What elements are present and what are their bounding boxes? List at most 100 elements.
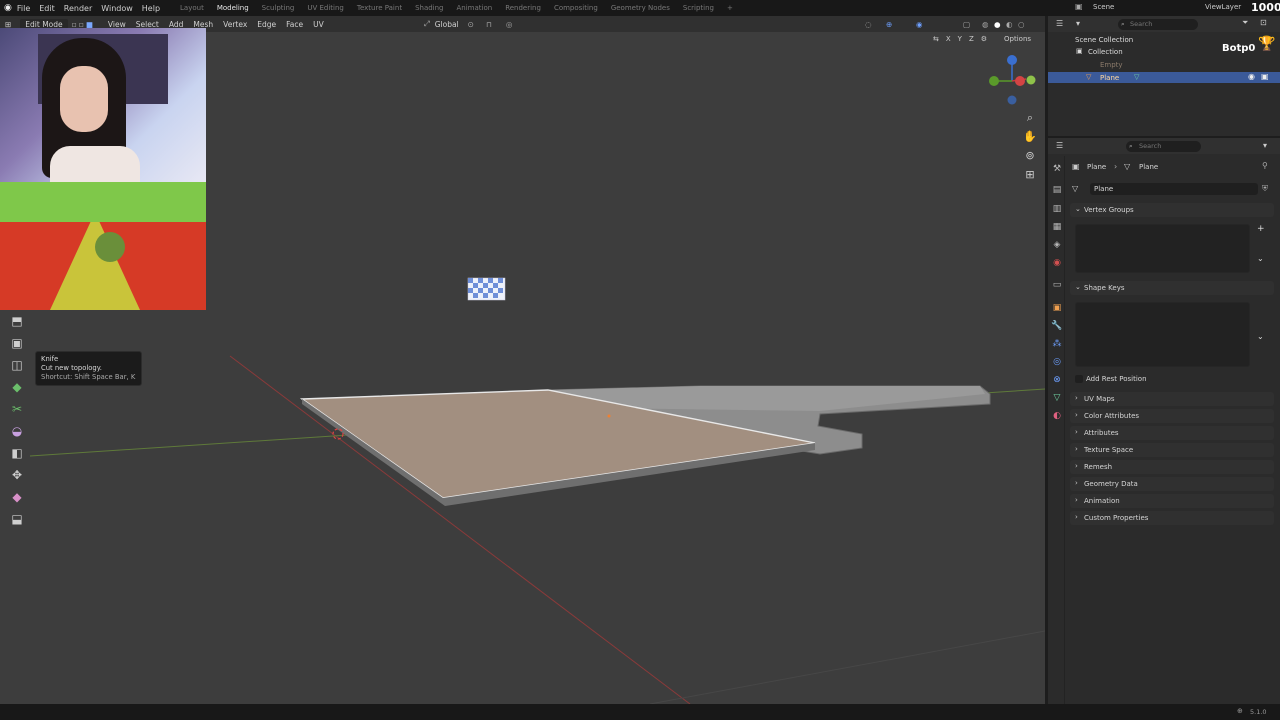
spin-tool-icon[interactable]: ◧: [6, 445, 28, 461]
collection-label[interactable]: Collection: [1088, 48, 1123, 56]
properties-editor-icon[interactable]: ☰: [1056, 141, 1063, 150]
world-tab-icon[interactable]: ◉: [1050, 258, 1064, 272]
collapsed-panel-custom-properties[interactable]: › Custom Properties: [1070, 511, 1274, 525]
add-rest-position-label[interactable]: Add Rest Position: [1086, 375, 1147, 383]
fake-user-shield-icon[interactable]: ⛨: [1262, 184, 1268, 194]
mirror-z-toggle[interactable]: Z: [969, 35, 974, 43]
overlay-toggle-icon[interactable]: ◉: [916, 20, 923, 29]
collapsed-panel-remesh[interactable]: › Remesh: [1070, 460, 1274, 474]
perspective-toggle-icon[interactable]: ⊞: [1022, 168, 1038, 184]
menu-render[interactable]: Render: [64, 4, 92, 13]
menu-window[interactable]: Window: [101, 4, 133, 13]
shading-rendered-icon[interactable]: ○: [1018, 20, 1025, 29]
collection-tab-icon[interactable]: ▭: [1050, 280, 1064, 294]
wrench-icon[interactable]: ⚙: [981, 35, 987, 43]
outliner-filter-funnel-icon[interactable]: ⏷: [1242, 18, 1248, 28]
view-object-types-icon[interactable]: ◌: [865, 20, 872, 29]
view-layer-tab-icon[interactable]: ▦: [1050, 222, 1064, 236]
mirror-y-toggle[interactable]: Y: [958, 35, 962, 43]
outliner-filter-icon[interactable]: ▾: [1076, 19, 1080, 28]
outliner-row-plane[interactable]: ▽ Plane ▽ ◉ ▣: [1048, 72, 1280, 83]
tab-rendering[interactable]: Rendering: [505, 4, 541, 12]
pan-hand-icon[interactable]: ✋: [1022, 130, 1038, 146]
knife-tool-icon[interactable]: ✂: [6, 401, 28, 417]
menu-edge[interactable]: Edge: [252, 20, 281, 29]
scene-name[interactable]: Scene: [1093, 3, 1114, 11]
shading-solid-icon[interactable]: ●: [994, 20, 1001, 29]
gizmo-toggle-icon[interactable]: ⊕: [886, 20, 892, 29]
collapsed-panel-geometry-data[interactable]: › Geometry Data: [1070, 477, 1274, 491]
shear-tool-icon[interactable]: ⬓: [6, 511, 28, 527]
orientation-dropdown[interactable]: Global: [430, 20, 464, 29]
pivot-icon[interactable]: ⊙: [468, 20, 474, 29]
shading-material-icon[interactable]: ◐: [1006, 20, 1013, 29]
tool-tab-icon[interactable]: ⚒: [1050, 164, 1064, 178]
outliner-item-plane[interactable]: Plane: [1100, 74, 1119, 82]
menu-face[interactable]: Face: [281, 20, 308, 29]
constraints-tab-icon[interactable]: ⊗: [1050, 375, 1064, 389]
inset-tool-icon[interactable]: ▣: [6, 335, 28, 351]
scene-tab-icon[interactable]: ◈: [1050, 240, 1064, 254]
menu-vertex[interactable]: Vertex: [218, 20, 252, 29]
smooth-tool-icon[interactable]: ✥: [6, 467, 28, 483]
menu-uv[interactable]: UV: [308, 20, 329, 29]
blender-logo-icon[interactable]: ◉: [4, 3, 12, 13]
shading-wireframe-icon[interactable]: ◍: [982, 20, 989, 29]
mirror-icon[interactable]: ⇆: [933, 35, 939, 43]
tab-texture-paint[interactable]: Texture Paint: [357, 4, 402, 12]
render-camera-icon[interactable]: ▣: [1261, 72, 1269, 81]
zoom-icon[interactable]: ⌕: [1022, 111, 1038, 127]
tab-geometry-nodes[interactable]: Geometry Nodes: [611, 4, 670, 12]
visibility-eye-icon[interactable]: ◉: [1248, 72, 1255, 81]
collapsed-panel-attributes[interactable]: › Attributes: [1070, 426, 1274, 440]
tab-shading[interactable]: Shading: [415, 4, 443, 12]
tab-compositing[interactable]: Compositing: [554, 4, 598, 12]
add-rest-position-checkbox[interactable]: [1075, 375, 1083, 383]
scene-icon[interactable]: ▣: [1075, 2, 1083, 11]
output-tab-icon[interactable]: ▥: [1050, 204, 1064, 218]
add-workspace-icon[interactable]: +: [727, 4, 733, 12]
xray-toggle-icon[interactable]: ▢: [963, 20, 970, 29]
properties-search[interactable]: ⌕ Search: [1126, 141, 1201, 152]
tab-layout[interactable]: Layout: [180, 4, 204, 12]
options-dropdown[interactable]: Options: [1004, 35, 1031, 43]
extrude-tool-icon[interactable]: ⬒: [6, 313, 28, 329]
menu-help[interactable]: Help: [142, 4, 160, 13]
shape-keys-list[interactable]: [1075, 302, 1250, 367]
edge-slide-tool-icon[interactable]: ◆: [6, 489, 28, 505]
vertex-group-menu-icon[interactable]: ⌄: [1257, 254, 1264, 263]
data-tab-icon[interactable]: ▽: [1050, 393, 1064, 407]
collapsed-panel-uv-maps[interactable]: › UV Maps: [1070, 392, 1274, 406]
pin-icon[interactable]: ⚲: [1262, 161, 1268, 170]
material-tab-icon[interactable]: ◐: [1050, 411, 1064, 425]
vertex-groups-list[interactable]: [1075, 224, 1250, 273]
poly-build-tool-icon[interactable]: ◒: [6, 423, 28, 439]
outliner-item-empty[interactable]: Empty: [1100, 61, 1123, 69]
scene-collection-label[interactable]: Scene Collection: [1075, 36, 1133, 44]
new-collection-icon[interactable]: ⊡: [1260, 18, 1267, 27]
bevel-tool-icon[interactable]: ◫: [6, 357, 28, 373]
camera-view-icon[interactable]: ⊚: [1022, 149, 1038, 165]
view-layer-name[interactable]: ViewLayer: [1205, 3, 1241, 11]
proportional-edit-icon[interactable]: ◎: [506, 20, 513, 29]
tab-sculpting[interactable]: Sculpting: [262, 4, 295, 12]
snap-icon[interactable]: ⊓: [486, 20, 492, 29]
menu-edit[interactable]: Edit: [39, 4, 55, 13]
shape-key-menu-icon[interactable]: ⌄: [1257, 332, 1264, 341]
outliner-search[interactable]: ⌕ Search: [1118, 19, 1198, 30]
outliner-editor-icon[interactable]: ☰: [1056, 19, 1063, 28]
loop-cut-tool-icon[interactable]: ◆: [6, 379, 28, 395]
tab-scripting[interactable]: Scripting: [683, 4, 714, 12]
vertex-groups-header[interactable]: ⌄ Vertex Groups: [1070, 203, 1274, 217]
physics-tab-icon[interactable]: ◎: [1050, 357, 1064, 371]
modifier-tab-icon[interactable]: 🔧: [1050, 321, 1064, 335]
particles-tab-icon[interactable]: ⁂: [1050, 339, 1064, 353]
shape-keys-header[interactable]: ⌄ Shape Keys: [1070, 281, 1274, 295]
object-tab-icon[interactable]: ▣: [1050, 303, 1064, 317]
collapsed-panel-animation[interactable]: › Animation: [1070, 494, 1274, 508]
tab-modeling[interactable]: Modeling: [217, 4, 249, 12]
collapsed-panel-texture-space[interactable]: › Texture Space: [1070, 443, 1274, 457]
vertex-group-add-icon[interactable]: +: [1257, 224, 1265, 234]
collapsed-panel-color-attributes[interactable]: › Color Attributes: [1070, 409, 1274, 423]
tab-animation[interactable]: Animation: [457, 4, 493, 12]
